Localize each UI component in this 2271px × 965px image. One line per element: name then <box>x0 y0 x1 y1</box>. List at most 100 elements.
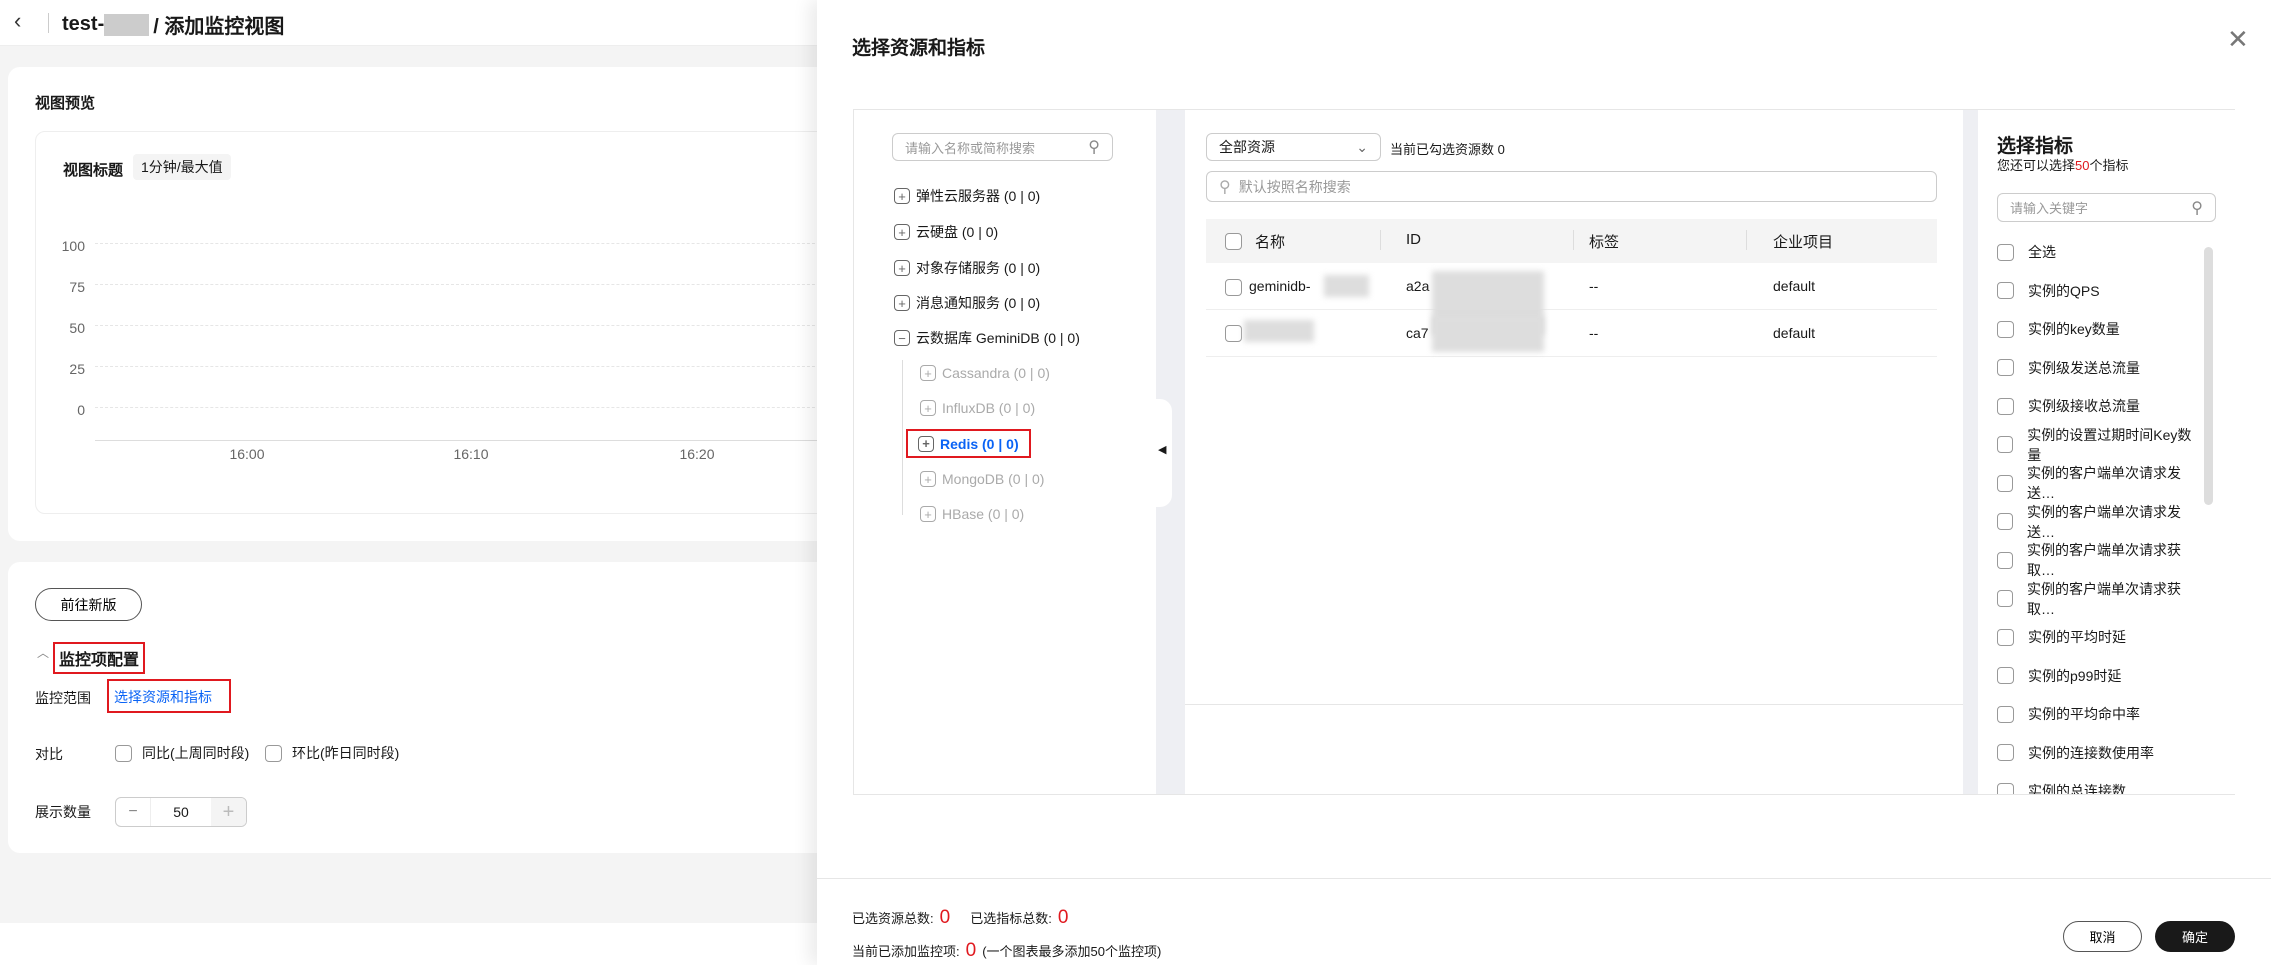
metric-item[interactable]: 实例的QPS <box>1997 281 2100 301</box>
expand-icon[interactable]: + <box>894 260 910 276</box>
tree-item-influxdb[interactable]: + InfluxDB (0 | 0) <box>920 398 1035 418</box>
column-project[interactable]: 企业项目 <box>1773 231 1833 252</box>
metric-checkbox[interactable] <box>1997 705 2014 723</box>
row-project: default <box>1773 325 1816 341</box>
metric-item[interactable]: 实例的总连接数 <box>1997 781 2126 794</box>
back-icon[interactable]: ‹ <box>14 8 21 34</box>
metric-checkbox[interactable] <box>1997 436 2014 453</box>
metric-item[interactable]: 实例的客户端单次请求获取… <box>1997 542 2197 578</box>
y-tick-label: 50 <box>69 320 85 336</box>
close-icon[interactable]: ✕ <box>2227 24 2249 55</box>
mom-checkbox[interactable]: 环比(昨日同时段) <box>265 743 399 763</box>
cancel-button[interactable]: 取消 <box>2063 921 2142 952</box>
selected-metrics-count: 0 <box>1057 907 1069 928</box>
footer-added: 当前已添加监控项: 0 (一个图表最多添加50个监控项) <box>852 940 1161 962</box>
tree-item-geminidb[interactable]: − 云数据库 GeminiDB (0 | 0) <box>894 328 1080 348</box>
metric-item[interactable]: 实例的客户端单次请求获取… <box>1997 581 2197 617</box>
metric-checkbox[interactable] <box>1997 744 2014 761</box>
metric-checkbox[interactable] <box>1997 397 2014 415</box>
metric-item[interactable]: 实例的客户端单次请求发送… <box>1997 504 2197 540</box>
column-name[interactable]: 名称 <box>1255 231 1285 252</box>
tree-search-input[interactable]: 请输入名称或简称搜索 ⚲ <box>892 133 1113 161</box>
row-checkbox[interactable] <box>1225 325 1242 342</box>
dropdown-value: 全部资源 <box>1219 139 1275 155</box>
gridline <box>95 325 835 326</box>
config-section-title[interactable]: 监控项配置 <box>53 642 146 674</box>
select-drawer: 选择资源和指标 ✕ ◀ 请输入名称或简称搜索 ⚲ + 弹性云服务器 (0 | 0) … <box>817 0 2271 965</box>
column-id[interactable]: ID <box>1406 231 1421 248</box>
metric-item[interactable]: 实例的平均命中率 <box>1997 704 2140 724</box>
table-row[interactable]: geminidb- a2a -- default <box>1206 263 1937 335</box>
caret-left-icon[interactable]: ◀ <box>1158 443 1166 456</box>
collapse-handle[interactable]: ◀ <box>1156 399 1172 507</box>
column-tag[interactable]: 标签 <box>1589 231 1619 252</box>
metric-item[interactable]: 实例的连接数使用率 <box>1997 743 2154 763</box>
select-all-checkbox[interactable] <box>1225 233 1242 250</box>
metric-checkbox[interactable] <box>1997 782 2014 794</box>
tree-item-ecs[interactable]: + 弹性云服务器 (0 | 0) <box>894 186 1040 206</box>
tree-item-mongodb[interactable]: + MongoDB (0 | 0) <box>920 469 1044 489</box>
expand-icon[interactable]: + <box>894 295 910 311</box>
x-tick-label: 16:00 <box>229 446 265 462</box>
section-title: 视图预览 <box>35 95 96 112</box>
metrics-title: 选择指标 <box>1997 136 2074 157</box>
expand-icon[interactable]: + <box>894 188 910 204</box>
expand-icon[interactable]: + <box>894 224 910 240</box>
resource-type-dropdown[interactable]: 全部资源 ⌄ <box>1206 133 1381 161</box>
new-version-button[interactable]: 前往新版 <box>35 588 142 621</box>
collapse-icon[interactable]: − <box>894 330 910 346</box>
metric-checkbox[interactable] <box>1997 628 2014 646</box>
expand-icon[interactable]: + <box>918 435 934 452</box>
row-checkbox[interactable] <box>1225 279 1242 296</box>
select-resources-link[interactable]: 选择资源和指标 <box>107 679 231 713</box>
count-stepper[interactable]: − 50 + <box>115 797 247 827</box>
expand-icon[interactable]: + <box>920 400 936 416</box>
metric-item[interactable]: 实例的设置过期时间Key数量 <box>1997 427 2197 463</box>
metric-checkbox[interactable] <box>1997 243 2014 261</box>
tree-item-evs[interactable]: + 云硬盘 (0 | 0) <box>894 222 998 242</box>
metric-item[interactable]: 实例的客户端单次请求发送… <box>1997 465 2197 501</box>
metric-label: 实例的连接数使用率 <box>2028 744 2154 761</box>
metric-item[interactable]: 实例的p99时延 <box>1997 666 2121 686</box>
tree-item-smn[interactable]: + 消息通知服务 (0 | 0) <box>894 293 1040 313</box>
tree-item-hbase[interactable]: + HBase (0 | 0) <box>920 504 1024 524</box>
yoy-checkbox[interactable]: 同比(上周同时段) <box>115 743 249 763</box>
scope-label: 监控范围 <box>35 690 91 706</box>
count-value[interactable]: 50 <box>151 798 211 826</box>
tree-label: 消息通知服务 (0 | 0) <box>916 295 1041 311</box>
tree-item-obs[interactable]: + 对象存储服务 (0 | 0) <box>894 258 1040 278</box>
metric-checkbox[interactable] <box>1997 513 2014 530</box>
divider <box>48 13 49 33</box>
metric-checkbox[interactable] <box>1997 320 2014 338</box>
metric-checkbox[interactable] <box>1997 282 2014 299</box>
metric-item[interactable]: 实例的key数量 <box>1997 319 2120 339</box>
tree-item-redis[interactable]: + Redis (0 | 0) <box>906 429 1031 458</box>
minus-button[interactable]: − <box>116 798 151 826</box>
metric-item[interactable]: 全选 <box>1997 242 2056 262</box>
metric-search-input[interactable]: 请输入关键字 ⚲ <box>1997 193 2216 222</box>
metric-checkbox[interactable] <box>1997 359 2014 376</box>
metric-item[interactable]: 实例级发送总流量 <box>1997 358 2140 378</box>
metric-checkbox[interactable] <box>1997 590 2014 607</box>
table-row[interactable]: ca7 -- default <box>1206 310 1937 357</box>
scrollbar[interactable] <box>2204 247 2213 505</box>
expand-icon[interactable]: + <box>920 365 936 381</box>
confirm-button[interactable]: 确定 <box>2155 921 2235 952</box>
metric-item[interactable]: 实例的平均时延 <box>1997 627 2126 647</box>
metric-label: 实例的客户端单次请求获取… <box>2027 542 2182 578</box>
tree-item-cassandra[interactable]: + Cassandra (0 | 0) <box>920 363 1050 383</box>
redacted-block <box>1244 320 1314 342</box>
metric-item[interactable]: 实例级接收总流量 <box>1997 396 2140 416</box>
plus-button[interactable]: + <box>211 798 246 826</box>
chevron-up-icon[interactable]: ︿ <box>37 644 49 661</box>
mom-label: 环比(昨日同时段) <box>292 745 400 761</box>
metric-checkbox[interactable] <box>1997 474 2014 492</box>
search-icon[interactable]: ⚲ <box>2191 198 2203 218</box>
expand-icon[interactable]: + <box>920 471 936 487</box>
search-icon[interactable]: ⚲ <box>1088 137 1100 157</box>
expand-icon[interactable]: + <box>920 506 936 522</box>
metric-checkbox[interactable] <box>1997 667 2014 684</box>
bottom-bar <box>0 923 820 965</box>
metric-checkbox[interactable] <box>1997 551 2014 569</box>
resource-search-input[interactable]: ⚲ 默认按照名称搜索 <box>1206 171 1937 202</box>
